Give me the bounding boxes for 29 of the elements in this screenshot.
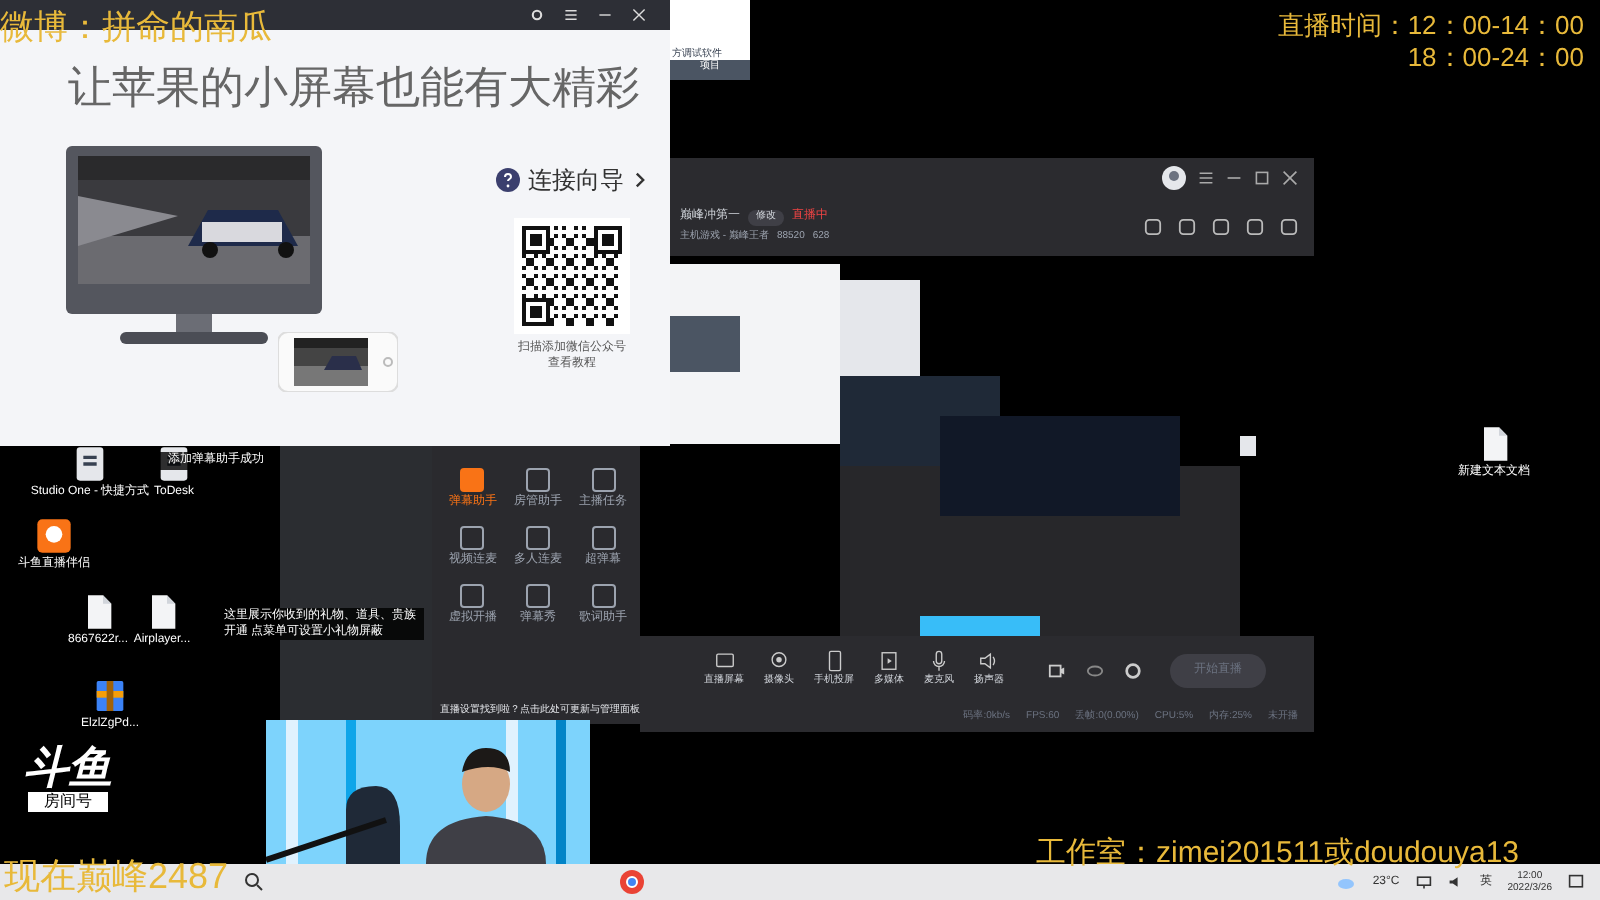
- avatar-icon: [1162, 166, 1186, 190]
- menu-icon[interactable]: [1198, 170, 1214, 186]
- network-icon[interactable]: [1415, 874, 1432, 890]
- overlay-text: 直播时间：12：00-14：00: [1277, 10, 1584, 42]
- overlay-text: 工作室：zimei201511或doudouya13: [1036, 836, 1520, 871]
- monitor-icon: [713, 650, 735, 673]
- webcam-icon: [768, 650, 790, 673]
- browser-icon[interactable]: [620, 870, 644, 894]
- play-icon: [878, 650, 900, 673]
- overlay-text: 现在巅峰2487: [4, 856, 229, 896]
- qr-code: [514, 218, 630, 334]
- minimize-icon[interactable]: [598, 8, 612, 22]
- speaker-icon[interactable]: [1447, 874, 1464, 890]
- app-icon[interactable]: [34, 516, 74, 556]
- guide-link[interactable]: 连接向导: [496, 162, 648, 198]
- notification-icon[interactable]: [1568, 874, 1584, 890]
- record-icon[interactable]: [1048, 661, 1066, 679]
- help-icon: [496, 168, 520, 192]
- speaker-icon: [978, 650, 1000, 673]
- close-icon[interactable]: [1282, 170, 1298, 186]
- microphone-icon: [928, 650, 950, 673]
- overlay-text: 18：00-24：00: [1407, 42, 1584, 74]
- room-label: 房间号: [28, 792, 108, 812]
- headline: 让苹果的小屏幕也能有大精彩: [66, 60, 642, 114]
- search-icon[interactable]: [244, 872, 264, 892]
- maximize-icon[interactable]: [1254, 170, 1270, 186]
- douyu-logo: 斗鱼: [24, 744, 112, 792]
- chevron-right-icon: [632, 172, 648, 188]
- phone-icon: [823, 650, 845, 673]
